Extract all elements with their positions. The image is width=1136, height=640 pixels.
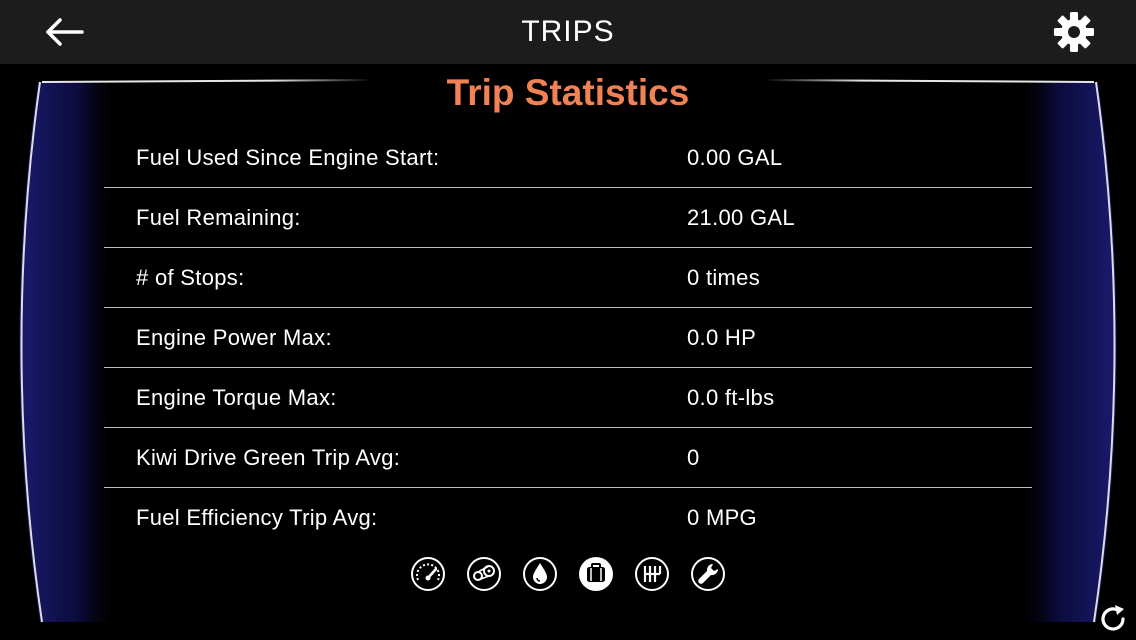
tab-transmission[interactable]: [634, 556, 670, 592]
stat-row-green-trip-avg: Kiwi Drive Green Trip Avg: 0: [104, 428, 1032, 488]
arrow-left-icon: [46, 18, 84, 46]
top-nav-bar: TRIPS: [0, 0, 1136, 64]
stat-label: Fuel Used Since Engine Start:: [136, 145, 440, 170]
back-button[interactable]: [40, 12, 88, 52]
tab-speedometer[interactable]: [410, 556, 446, 592]
refresh-button[interactable]: [1096, 602, 1130, 636]
stat-value: 0: [687, 445, 700, 470]
stat-row-fuel-used: Fuel Used Since Engine Start: 0.00 GAL: [104, 128, 1032, 188]
stat-value: 0.00 GAL: [687, 145, 783, 170]
speedometer-icon: [411, 557, 445, 591]
stat-value: 0 times: [687, 265, 761, 290]
wrench-icon: [691, 557, 725, 591]
section-title: Trip Statistics: [446, 72, 690, 113]
stat-label: Fuel Efficiency Trip Avg:: [136, 505, 378, 530]
stat-row-power-max: Engine Power Max: 0.0 HP: [104, 308, 1032, 368]
settings-button[interactable]: [1052, 10, 1096, 54]
stat-row-torque-max: Engine Torque Max: 0.0 ft-lbs: [104, 368, 1032, 428]
stat-label: Fuel Remaining:: [136, 205, 301, 230]
stat-row-fuel-efficiency: Fuel Efficiency Trip Avg: 0 MPG: [104, 488, 1032, 547]
stat-row-stops: # of Stops: 0 times: [104, 248, 1032, 308]
fuel-drop-icon: [523, 557, 557, 591]
stat-label: Engine Power Max:: [136, 325, 332, 350]
trip-stats-list: Fuel Used Since Engine Start: 0.00 GAL F…: [104, 128, 1032, 547]
luggage-icon: [579, 557, 613, 591]
stat-label: Engine Torque Max:: [136, 385, 337, 410]
stat-value: 21.00 GAL: [687, 205, 795, 230]
gauge-tab-bar: [408, 556, 728, 594]
tab-fuel[interactable]: [522, 556, 558, 592]
gear-icon: [1054, 12, 1094, 52]
stat-label: # of Stops:: [136, 265, 245, 290]
drivetrain-icon: [467, 557, 501, 591]
refresh-icon: [1101, 605, 1125, 631]
page-title: TRIPS: [521, 15, 615, 48]
stat-label: Kiwi Drive Green Trip Avg:: [136, 445, 401, 470]
tab-drivetrain[interactable]: [466, 556, 502, 592]
stat-row-fuel-remaining: Fuel Remaining: 21.00 GAL: [104, 188, 1032, 248]
stat-value: 0.0 HP: [687, 325, 757, 350]
trips-screen: TRIPS Trip Statistics Fuel Used Since En…: [0, 0, 1136, 640]
stat-value: 0.0 ft-lbs: [687, 385, 775, 410]
gear-shift-icon: [635, 557, 669, 591]
tab-trips[interactable]: [578, 556, 614, 592]
tab-maintenance[interactable]: [690, 556, 726, 592]
stat-value: 0 MPG: [687, 505, 757, 530]
